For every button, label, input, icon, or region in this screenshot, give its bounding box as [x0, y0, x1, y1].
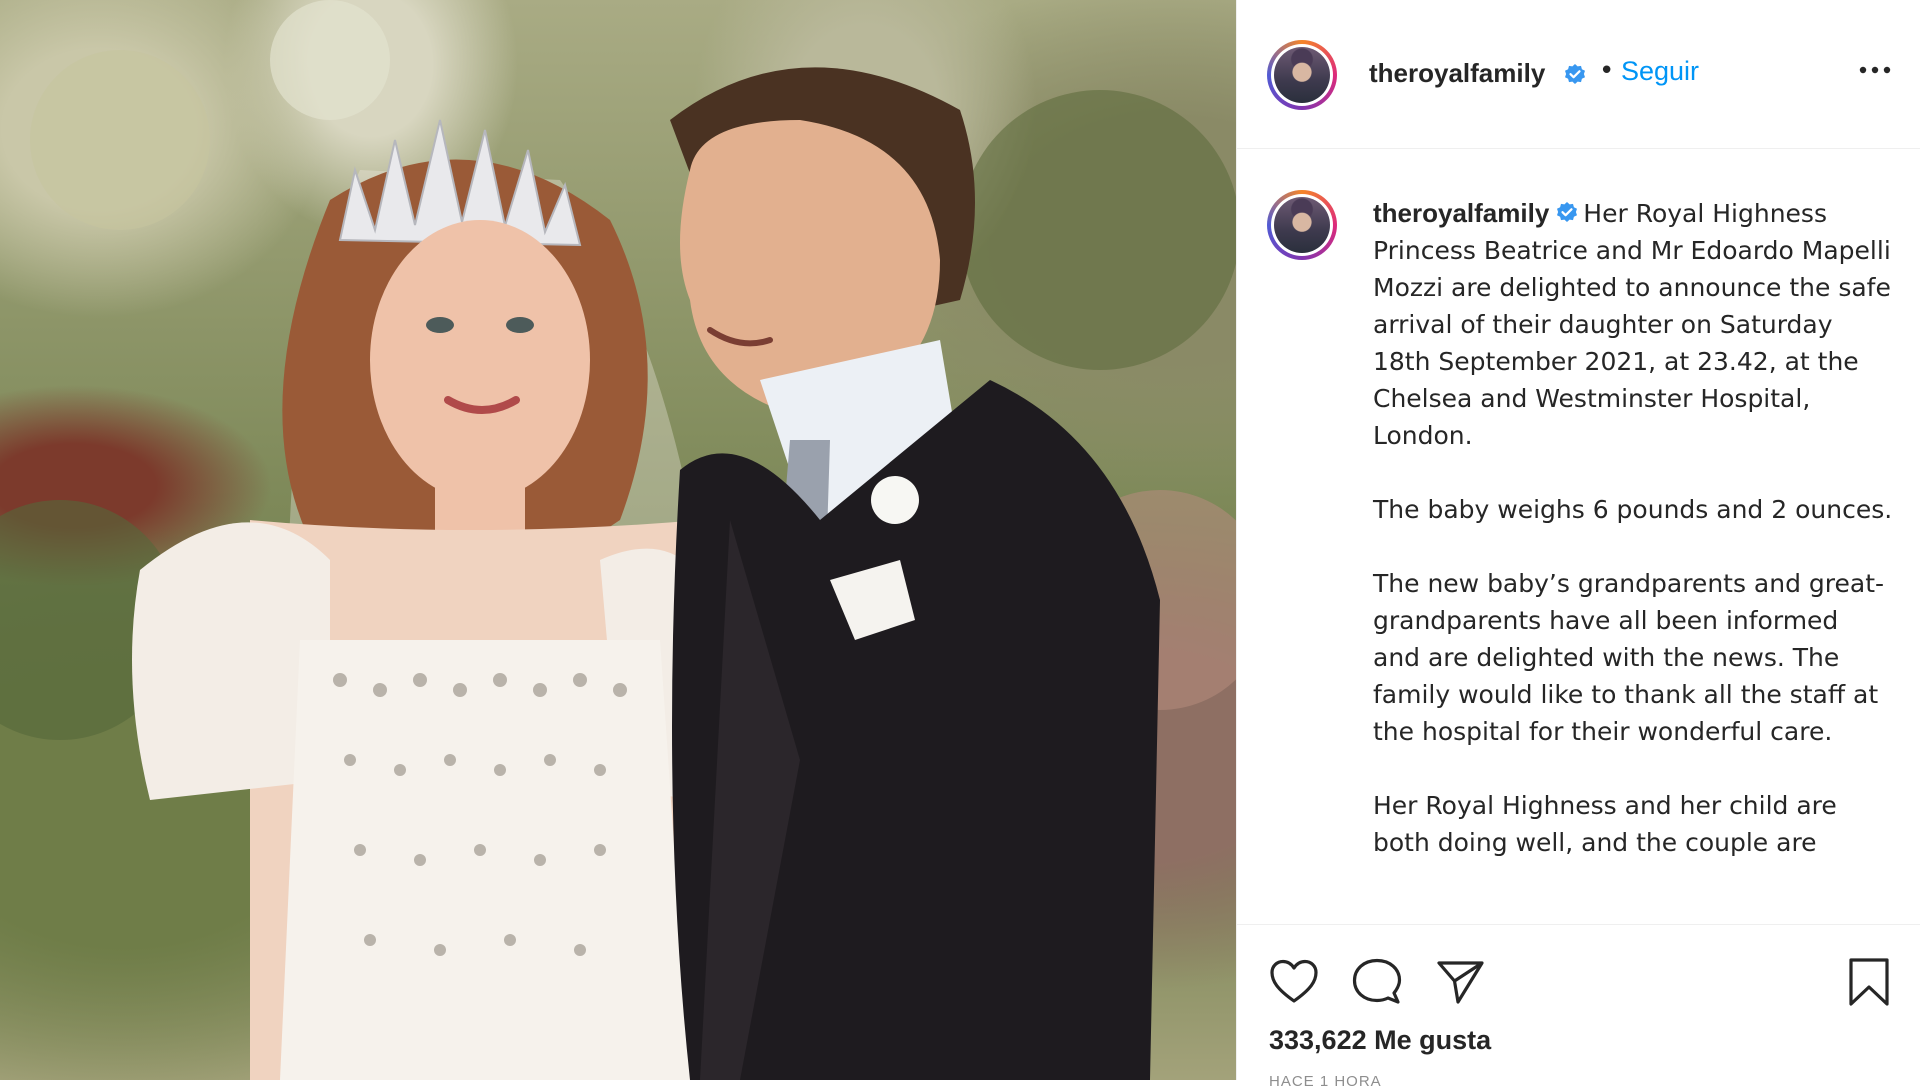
caption-area[interactable]: theroyalfamily Her Royal Highness Prince…: [1237, 149, 1920, 924]
avatar[interactable]: [1267, 40, 1337, 110]
separator-dot: •: [1599, 56, 1615, 86]
post-timestamp: HACE 1 HORA: [1269, 1073, 1382, 1090]
caption-avatar[interactable]: [1267, 190, 1337, 260]
caption-paragraph-2: The baby weighs 6 pounds and 2 ounces.: [1373, 495, 1893, 524]
photo-illustration: [0, 0, 1236, 1080]
post-photo[interactable]: [0, 0, 1236, 1080]
caption-username[interactable]: theroyalfamily: [1373, 198, 1549, 228]
username-link[interactable]: theroyalfamily: [1369, 58, 1545, 89]
comment-icon[interactable]: [1350, 955, 1404, 1009]
post-header: theroyalfamily • Seguir: [1237, 0, 1920, 149]
share-icon[interactable]: [1433, 955, 1487, 1009]
caption-paragraph-4: Her Royal Highness and her child are bot…: [1373, 791, 1837, 857]
caption-text: theroyalfamily Her Royal Highness Prince…: [1373, 195, 1893, 898]
bookmark-icon[interactable]: [1842, 955, 1896, 1009]
follow-button[interactable]: Seguir: [1621, 56, 1699, 87]
action-bar: 333,622 Me gusta HACE 1 HORA: [1237, 924, 1920, 1090]
caption-paragraph-3: The new baby’s grandparents and great-gr…: [1373, 569, 1885, 746]
heart-icon[interactable]: [1267, 955, 1321, 1009]
more-options-icon[interactable]: [1857, 62, 1893, 78]
caption-paragraph-1: Her Royal Highness Princess Beatrice and…: [1373, 199, 1891, 450]
verified-badge-icon: [1557, 202, 1578, 222]
likes-count[interactable]: 333,622 Me gusta: [1269, 1025, 1491, 1056]
verified-badge-icon: [1565, 64, 1585, 84]
post-details-panel: theroyalfamily • Seguir theroyalfamily H…: [1236, 0, 1920, 1090]
